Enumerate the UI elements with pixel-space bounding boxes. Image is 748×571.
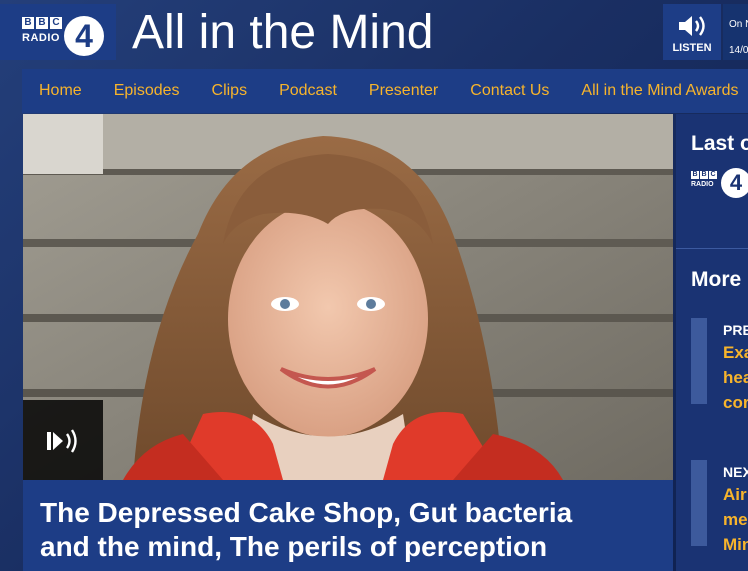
- on-now-label: On N: [729, 19, 748, 30]
- mini-bbc-blocks: B B C: [691, 171, 717, 179]
- on-now-panel[interactable]: On N 14/0: [723, 4, 748, 60]
- bbc-letter: B: [700, 171, 708, 179]
- listen-label: LISTEN: [672, 42, 712, 54]
- nav-podcast[interactable]: Podcast: [263, 69, 353, 113]
- previous-episode-card[interactable]: PRE Exa hea cor: [691, 318, 748, 412]
- card-kicker: NEX: [723, 464, 748, 480]
- episode-title-box: The Depressed Cake Shop, Gut bacteria an…: [23, 480, 673, 571]
- bbc-letter: B: [691, 171, 699, 179]
- more-heading: More: [691, 268, 742, 291]
- card-title: Exa hea cor: [723, 340, 748, 415]
- bbc-radio4-logo[interactable]: B B C RADIO 4: [0, 4, 116, 60]
- card-kicker: PRE: [723, 322, 748, 338]
- listen-button[interactable]: LISTEN: [663, 4, 721, 60]
- card-title-line: Min: [723, 535, 748, 554]
- sidebar-divider: [676, 248, 748, 249]
- card-title-line: cor: [723, 393, 748, 412]
- radio-label: RADIO: [22, 32, 60, 44]
- presenter-photo[interactable]: [23, 114, 673, 480]
- nav-clips[interactable]: Clips: [196, 69, 264, 113]
- nav-home[interactable]: Home: [22, 69, 98, 113]
- main-nav: Home Episodes Clips Podcast Presenter Co…: [22, 69, 748, 113]
- bbc-letter: C: [50, 17, 62, 29]
- episode-title-line: The Depressed Cake Shop, Gut bacteria: [40, 497, 573, 528]
- audio-play-icon: [47, 429, 77, 453]
- bbc-blocks: B B C: [22, 17, 62, 29]
- nav-episodes[interactable]: Episodes: [98, 69, 196, 113]
- radio4-mini-logo[interactable]: B B C RADIO 4: [691, 168, 748, 202]
- show-title[interactable]: All in the Mind: [132, 6, 433, 60]
- card-title-line: hea: [723, 368, 748, 387]
- mini-station-number: 4: [721, 168, 748, 198]
- station-number: 4: [64, 16, 104, 56]
- nav-contact-us[interactable]: Contact Us: [454, 69, 565, 113]
- episode-title[interactable]: The Depressed Cake Shop, Gut bacteria an…: [40, 496, 656, 564]
- mini-radio-label: RADIO: [691, 181, 714, 188]
- card-title-line: me: [723, 510, 748, 529]
- audio-badge[interactable]: [23, 400, 103, 480]
- bbc-letter: B: [36, 17, 48, 29]
- presenter-photo-art: [23, 114, 673, 480]
- last-on-heading: Last o: [691, 132, 748, 155]
- site-header: B B C RADIO 4 All in the Mind LISTEN On …: [0, 0, 748, 68]
- card-title-line: Exa: [723, 343, 748, 362]
- episode-title-line: and the mind, The perils of perception: [40, 531, 548, 562]
- bbc-letter: C: [709, 171, 717, 179]
- nav-awards[interactable]: All in the Mind Awards: [565, 69, 748, 113]
- card-thumbnail: [691, 460, 707, 546]
- card-thumbnail: [691, 318, 707, 404]
- next-episode-card[interactable]: NEX Air me Min: [691, 460, 748, 554]
- nav-presenter[interactable]: Presenter: [353, 69, 454, 113]
- bbc-letter: B: [22, 17, 34, 29]
- on-now-date: 14/0: [729, 45, 748, 56]
- card-title-line: Air: [723, 485, 747, 504]
- card-title: Air me Min: [723, 482, 748, 557]
- sidebar: Last o B B C RADIO 4 More PRE Exa hea co…: [676, 114, 748, 571]
- speaker-icon: [679, 16, 705, 36]
